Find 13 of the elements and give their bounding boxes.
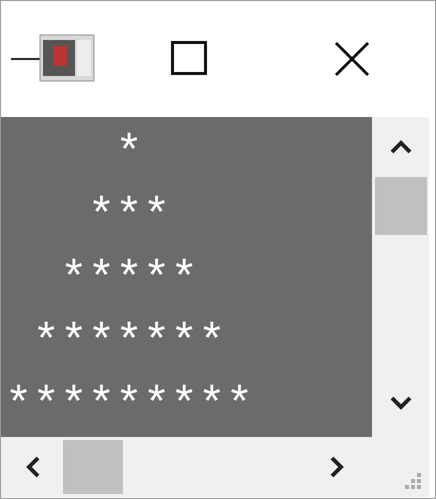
horizontal-scrollbar[interactable]: [1, 437, 372, 497]
scroll-left-icon[interactable]: [25, 455, 41, 479]
scroll-up-icon[interactable]: [388, 139, 412, 155]
scroll-down-icon[interactable]: [388, 395, 412, 411]
close-button[interactable]: [334, 41, 370, 77]
maximize-button[interactable]: [171, 41, 207, 75]
scroll-thumb[interactable]: [63, 440, 123, 494]
vertical-scrollbar[interactable]: [372, 117, 429, 437]
console-icon: [39, 34, 95, 82]
resize-grip-icon[interactable]: [403, 471, 423, 491]
console-text: * *** ***** ******* *********: [4, 127, 254, 434]
scroll-right-icon[interactable]: [329, 455, 345, 479]
scroll-thumb[interactable]: [374, 177, 426, 235]
